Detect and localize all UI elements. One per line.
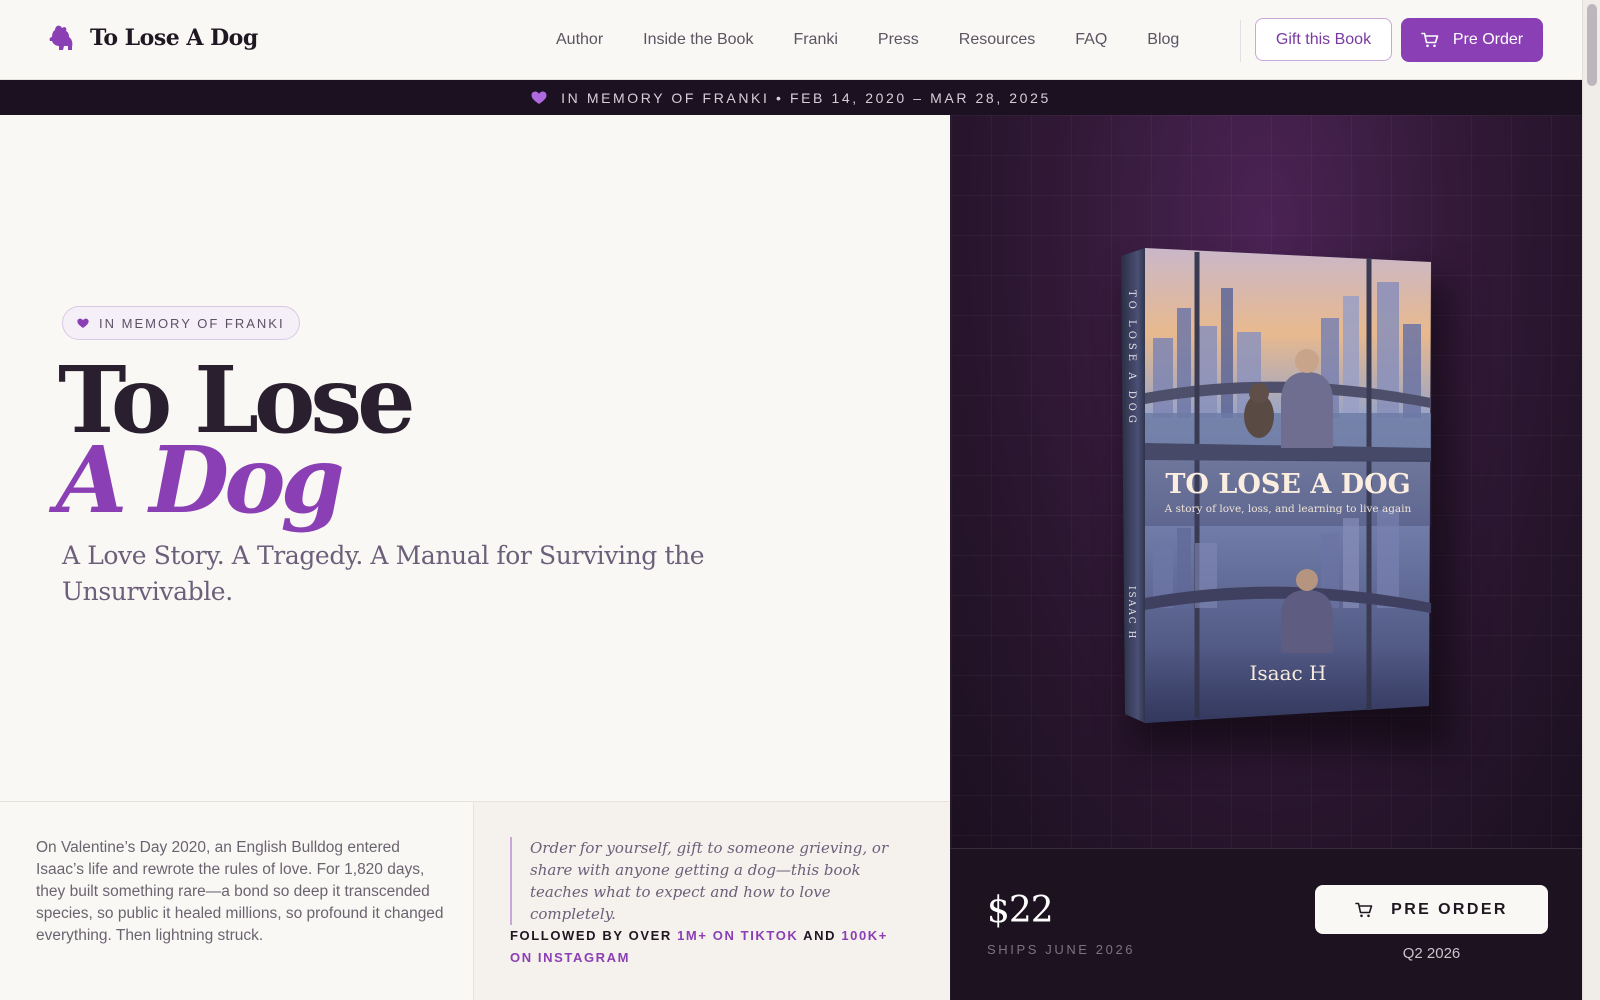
nav-blog[interactable]: Blog: [1147, 31, 1179, 49]
memory-pill-text: IN MEMORY OF FRANKI: [99, 315, 285, 331]
story-panel: On Valentine’s Day 2020, an English Bull…: [0, 801, 474, 1000]
page-scrollbar[interactable]: [1582, 0, 1600, 1000]
price: $22: [987, 890, 1054, 931]
brand-link[interactable]: To Lose A Dog: [48, 24, 258, 52]
hero-right: TO LOSE A DOG A story of love, loss, and…: [950, 115, 1582, 848]
hero-title-line2: A Dog: [56, 426, 345, 534]
main-nav: Author Inside the Book Franki Press Reso…: [556, 0, 1219, 80]
ship-date: SHIPS JUNE 2026: [987, 942, 1136, 957]
nav-author[interactable]: Author: [556, 31, 603, 49]
header-preorder-label: Pre Order: [1452, 31, 1524, 48]
memorial-text: IN MEMORY OF FRANKI • FEB 14, 2020 – MAR…: [561, 89, 1051, 106]
purchase-bar: $22 SHIPS JUNE 2026 PRE ORDER Q2 2026: [950, 848, 1582, 1000]
brand-name: To Lose A Dog: [90, 25, 258, 51]
heart-icon: [531, 91, 547, 104]
site-header: To Lose A Dog Author Inside the Book Fra…: [0, 0, 1582, 80]
gift-book-label: Gift this Book: [1275, 30, 1372, 48]
nav-inside-the-book[interactable]: Inside the Book: [643, 31, 753, 49]
dog-icon: [49, 25, 73, 50]
tiktok-link[interactable]: 1M+ ON TIKTOK: [677, 928, 798, 943]
cover-title: TO LOSE A DOG: [1165, 469, 1410, 500]
story-text: On Valentine’s Day 2020, an English Bull…: [36, 839, 444, 944]
memorial-banner: IN MEMORY OF FRANKI • FEB 14, 2020 – MAR…: [0, 80, 1582, 115]
followers-line: FOLLOWED BY OVER 1M+ ON TIKTOK AND 100K+…: [510, 925, 910, 969]
quote-panel: Order for yourself, gift to someone grie…: [474, 801, 950, 1000]
nav-press[interactable]: Press: [878, 31, 919, 49]
book-cover-art: TO LOSE A DOG A story of love, loss, and…: [1121, 248, 1432, 723]
man-figure: [1281, 372, 1333, 448]
book-mockup: TO LOSE A DOG A story of love, loss, and…: [1121, 248, 1451, 748]
nav-franki[interactable]: Franki: [793, 31, 837, 49]
quote-text: Order for yourself, gift to someone grie…: [510, 837, 920, 925]
scrollbar-thumb[interactable]: [1587, 4, 1597, 86]
header-preorder-button[interactable]: Pre Order: [1401, 18, 1543, 62]
hero-left: IN MEMORY OF FRANKI To Lose A Dog A Love…: [0, 115, 950, 801]
hero-subtitle: A Love Story. A Tragedy. A Manual for Su…: [62, 541, 705, 606]
nav-divider: [1240, 20, 1241, 62]
cart-icon: [1421, 32, 1439, 48]
spine-title: TO LOSE A DOG: [1126, 290, 1137, 427]
preorder-button-label: PRE ORDER: [1391, 900, 1508, 918]
nav-resources[interactable]: Resources: [959, 31, 1035, 49]
heart-icon: [77, 318, 89, 328]
memory-pill: IN MEMORY OF FRANKI: [62, 306, 300, 340]
cart-icon: [1355, 902, 1373, 917]
gift-book-button[interactable]: Gift this Book: [1255, 18, 1392, 61]
spine-author: ISAAC H: [1126, 586, 1136, 640]
followers-mid: AND: [798, 928, 842, 943]
followers-prefix: FOLLOWED BY OVER: [510, 928, 678, 943]
release-quarter: Q2 2026: [1402, 945, 1461, 962]
preorder-button[interactable]: PRE ORDER: [1315, 885, 1548, 934]
nav-faq[interactable]: FAQ: [1075, 31, 1107, 49]
cover-tagline: A story of love, loss, and learning to l…: [1164, 503, 1412, 515]
cover-author: Isaac H: [1249, 661, 1326, 685]
